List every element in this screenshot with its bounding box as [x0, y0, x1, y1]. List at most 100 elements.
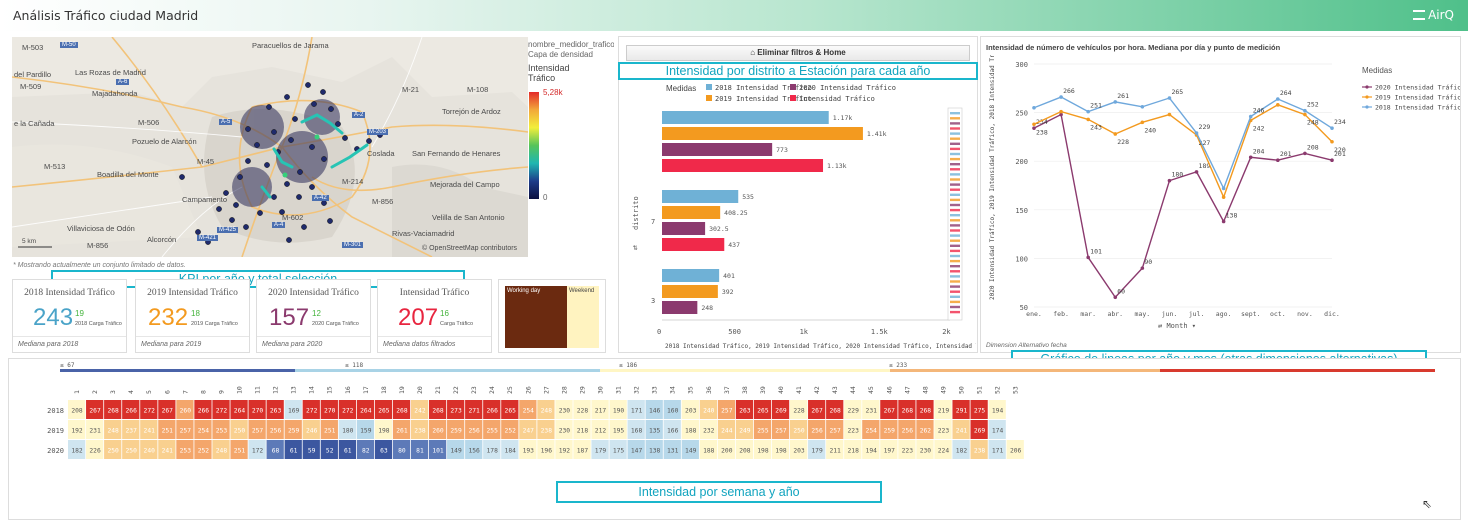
road-label: M-503 — [22, 43, 44, 52]
road-tag: A-2 — [352, 112, 366, 118]
heatmap-value: 223 — [902, 448, 914, 455]
bar-x-label: 2018 Intensidad Tráfico, 2019 Intensidad… — [665, 343, 976, 350]
line-point — [1330, 126, 1334, 130]
heatmap-value: 270 — [252, 408, 264, 415]
heatmap-value: 240 — [144, 448, 156, 455]
weekend-block[interactable]: Weekend — [567, 286, 599, 348]
heatmap-value: 291 — [956, 408, 968, 415]
line-chart-title: Intensidad de número de vehículos por ho… — [986, 43, 1281, 52]
heatmap-value: 218 — [577, 428, 589, 435]
color-scale-label: ≤ 186 — [619, 362, 637, 369]
line-y-tick: 100 — [1015, 255, 1028, 263]
kpi-value: 207 — [398, 304, 439, 331]
heatmap-value: 179 — [595, 448, 607, 455]
heatmap-value: 244 — [721, 428, 733, 435]
line-data-label: 208 — [1307, 143, 1319, 151]
heatmap-value: 68 — [272, 448, 280, 455]
line-data-label: 264 — [1280, 89, 1292, 97]
color-scale-label: ≤ 118 — [345, 362, 363, 369]
heatmap-value: 249 — [739, 428, 751, 435]
line-y-tick: 200 — [1015, 158, 1028, 166]
kpi-card-total[interactable]: Intensidad Tráfico 207 16 Carga Tráfico … — [377, 279, 492, 353]
year-label: 2019 — [47, 427, 64, 435]
color-scale-band — [890, 369, 1160, 372]
line-x-tick: jun. — [1162, 310, 1178, 318]
heatmap-value: 135 — [649, 428, 661, 435]
bar-dim-label: distrito — [632, 196, 640, 230]
line-point — [1276, 158, 1280, 163]
scroll-mini-bar — [950, 254, 960, 258]
scroll-mini-bar — [950, 122, 960, 125]
week-label: 24 — [488, 386, 496, 394]
bar-legend-title: Medidas — [666, 84, 696, 93]
line-y-tick: 250 — [1015, 110, 1028, 118]
kpi-value: 232 — [148, 304, 189, 331]
road-tag: A-4 — [272, 222, 286, 228]
line-point — [1086, 109, 1090, 114]
heatmap-value: 251 — [324, 428, 336, 435]
heatmap-value: 268 — [829, 408, 841, 415]
heatmap-value: 247 — [523, 428, 535, 435]
heatmap-value: 198 — [378, 428, 390, 435]
bar-value-label: 1.17k — [833, 114, 853, 122]
line-point — [1032, 122, 1036, 127]
kpi-footer: Mediana para 2018 — [13, 336, 126, 352]
week-label: 7 — [181, 390, 189, 394]
week-label: 17 — [362, 386, 370, 394]
heatmap-value: 59 — [308, 448, 316, 455]
map-attribution[interactable]: © OpenStreetMap contributors — [422, 245, 517, 252]
scroll-mini-bar — [950, 178, 960, 181]
week-label: 22 — [452, 386, 460, 394]
line-point — [1303, 151, 1307, 156]
road-label: M-506 — [138, 118, 160, 127]
week-heatmap[interactable]: ≤ 67 ≤ 118 ≤ 186 ≤ 2331 2 3 4 5 6 7 8 9 10 11 12 13 14 15… — [10, 360, 1458, 472]
kpi-card-2018[interactable]: 2018 Intensidad Tráfico 243 19 2018 Carg… — [12, 279, 127, 353]
daytype-chart[interactable]: Working day Weekend — [498, 279, 606, 353]
clear-filters-button[interactable]: ⌂ Eliminar filtros & Home — [626, 45, 970, 61]
week-label: 10 — [235, 386, 243, 394]
line-x-tick: jul. — [1189, 310, 1205, 318]
bar-value-label: 408.25 — [724, 209, 748, 217]
kpi-card-2019[interactable]: 2019 Intensidad Tráfico 232 18 2019 Carg… — [135, 279, 250, 353]
week-label: 9 — [217, 390, 225, 394]
heatmap-value: 259 — [884, 428, 896, 435]
bar-value-label: 773 — [776, 146, 788, 154]
kpi-card-2020[interactable]: 2020 Intensidad Tráfico 157 12 2020 Carg… — [256, 279, 371, 353]
kpi-load: 12 — [312, 309, 321, 318]
heatmap-value: 250 — [107, 448, 119, 455]
heatmap-value: 229 — [847, 408, 859, 415]
color-scale-band — [295, 369, 600, 372]
line-data-label: 138 — [1226, 211, 1238, 219]
heatmap-value: 223 — [938, 428, 950, 435]
week-label: 19 — [398, 386, 406, 394]
road-tag: A-42 — [312, 195, 329, 201]
heatmap-value: 257 — [829, 428, 841, 435]
working-day-block[interactable]: Working day — [505, 286, 567, 348]
density-map[interactable]: Paracuellos de Jarama del Pardillo Las R… — [12, 37, 528, 257]
heatmap-value: 261 — [396, 428, 408, 435]
heatmap-value: 250 — [234, 428, 246, 435]
heatmap-value: 211 — [829, 448, 841, 455]
legend-gradient — [529, 92, 539, 199]
bar-value-label: 437 — [728, 241, 740, 249]
brand-logo[interactable]: AirQ — [1413, 8, 1454, 22]
heatmap-value: 263 — [270, 408, 282, 415]
line-data-label: 265 — [1171, 88, 1183, 96]
heatmap-value: 80 — [398, 448, 406, 455]
scroll-mini-bar — [950, 275, 960, 278]
scroll-mini-bar — [950, 229, 960, 232]
scroll-mini-bar — [950, 208, 960, 212]
bar-chart[interactable]: Medidas 2018 Intensidad Tráfico2020 Inten… — [620, 80, 976, 352]
heatmap-value: 267 — [811, 408, 823, 415]
line-x-tick: oct. — [1270, 310, 1286, 318]
kpi-load-label: Carga Tráfico — [440, 321, 474, 327]
heatmap-value: 203 — [793, 448, 805, 455]
weekend-label: Weekend — [569, 288, 595, 294]
week-label: 14 — [308, 386, 316, 394]
line-x-tick: dic. — [1324, 310, 1340, 318]
line-legend-label: 2020 Intensidad Tráfico — [1375, 84, 1460, 92]
line-chart[interactable]: 50100150200250300ene. feb. mar. abr. may. jun… — [982, 55, 1460, 351]
heatmap-value: 212 — [595, 428, 607, 435]
week-label: 30 — [596, 386, 604, 394]
week-label: 46 — [885, 386, 893, 394]
